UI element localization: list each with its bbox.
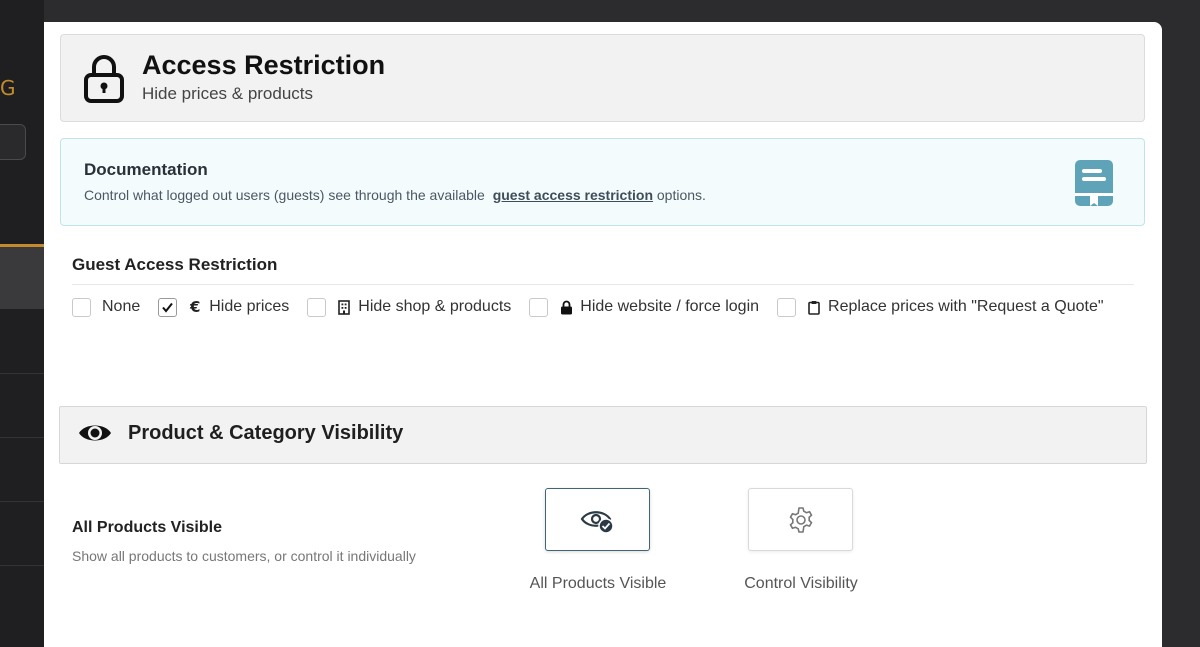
visibility-setting-description: Show all products to customers, or contr…: [72, 548, 416, 564]
option-label: Hide website / force login: [580, 298, 760, 315]
control-visibility-label: Control Visibility: [744, 575, 858, 592]
control-visibility-option[interactable]: [748, 488, 853, 551]
all-products-visible-option[interactable]: [545, 488, 650, 551]
background-app-sidebar: G: [0, 0, 44, 647]
option-hide-website[interactable]: Hide website / force login: [529, 297, 760, 317]
documentation-title: Documentation: [84, 160, 208, 179]
section-divider: [72, 284, 1134, 285]
hide-website-checkbox[interactable]: [529, 297, 549, 317]
lock-icon: [84, 55, 124, 103]
background-logo-fragment: G: [0, 76, 16, 100]
guest-access-options: None € Hide prices Hide shop & products …: [72, 296, 1122, 318]
background-field: [0, 124, 26, 160]
documentation-text: Control what logged out users (guests) s…: [84, 187, 706, 203]
guest-access-label: Guest Access Restriction: [72, 255, 278, 274]
all-products-visible-label: All Products Visible: [529, 575, 667, 592]
option-hide-shop[interactable]: Hide shop & products: [307, 297, 512, 317]
hide-prices-checkbox[interactable]: [158, 297, 178, 317]
eye-check-icon: [580, 510, 614, 534]
page-title: Access Restriction: [142, 50, 386, 80]
background-active-item: [0, 247, 44, 309]
option-request-quote[interactable]: Replace prices with "Request a Quote": [777, 297, 1104, 317]
page-subtitle: Hide prices & products: [142, 84, 314, 103]
building-icon: [337, 299, 351, 315]
gear-icon: [789, 506, 812, 533]
clipboard-icon: [807, 299, 821, 315]
eye-icon: [79, 425, 111, 441]
visibility-title: Product & Category Visibility: [128, 422, 404, 444]
guest-access-restriction-link[interactable]: guest access restriction: [493, 187, 653, 203]
option-label: Hide prices: [209, 298, 290, 315]
request-quote-checkbox[interactable]: [777, 297, 797, 317]
documentation-box: Documentation Control what logged out us…: [60, 138, 1145, 226]
visibility-header: Product & Category Visibility: [59, 406, 1147, 464]
access-restriction-header: Access Restriction Hide prices & product…: [60, 34, 1145, 122]
none-checkbox[interactable]: [72, 297, 91, 317]
lock-icon: [559, 299, 573, 315]
settings-panel: Access Restriction Hide prices & product…: [44, 22, 1162, 647]
background-divider: [0, 373, 44, 374]
option-label: Replace prices with "Request a Quote": [828, 298, 1104, 315]
book-icon: [1075, 160, 1113, 206]
checkmark-icon: [162, 302, 174, 313]
option-none[interactable]: None: [72, 297, 141, 317]
background-divider: [0, 565, 44, 566]
background-divider: [0, 437, 44, 438]
option-label: Hide shop & products: [358, 298, 512, 315]
option-label: None: [102, 298, 141, 315]
background-divider: [0, 501, 44, 502]
option-hide-prices[interactable]: € Hide prices: [158, 297, 290, 317]
euro-icon: €: [190, 298, 201, 316]
documentation-text-after: options.: [653, 187, 706, 203]
documentation-text-before: Control what logged out users (guests) s…: [84, 187, 485, 203]
hide-shop-checkbox[interactable]: [307, 297, 327, 317]
visibility-setting-label: All Products Visible: [72, 519, 222, 536]
